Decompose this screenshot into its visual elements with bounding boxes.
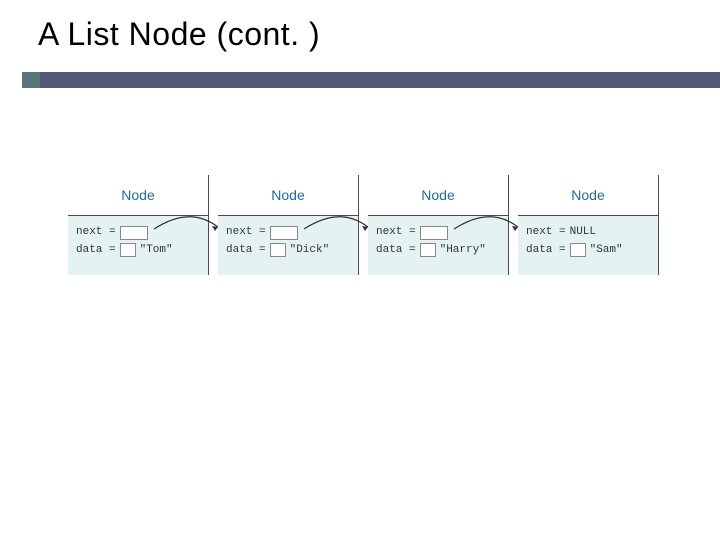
- title-rule-bar: [40, 72, 720, 88]
- slide: A List Node (cont. ) Node next = data = …: [0, 0, 720, 540]
- field-label-next: next =: [376, 224, 416, 242]
- node-type-label: Node: [368, 175, 508, 215]
- node-data-value: "Dick": [290, 242, 330, 260]
- list-node: Node next = data = "Tom": [68, 175, 208, 275]
- node-data-value: "Tom": [140, 242, 173, 260]
- field-label-next: next =: [76, 224, 116, 242]
- list-node: Node next = NULL data = "Sam": [518, 175, 658, 275]
- data-pointer-slot: [570, 243, 586, 257]
- node-type-label: Node: [218, 175, 358, 215]
- node-next-field: next =: [76, 224, 200, 242]
- field-label-data: data =: [376, 242, 416, 260]
- linked-list-diagram: Node next = data = "Tom": [68, 175, 668, 285]
- field-label-data: data =: [76, 242, 116, 260]
- node-data-field: data = "Harry": [376, 242, 500, 260]
- node-data-field: data = "Sam": [526, 242, 650, 260]
- data-pointer-slot: [270, 243, 286, 257]
- field-label-data: data =: [526, 242, 566, 260]
- node-data-field: data = "Tom": [76, 242, 200, 260]
- node-data-field: data = "Dick": [226, 242, 350, 260]
- node-next-field: next =: [226, 224, 350, 242]
- title-rule-accent: [22, 72, 40, 88]
- node-right-edge: [658, 175, 659, 275]
- next-null-value: NULL: [570, 224, 596, 242]
- node-right-edge: [358, 175, 359, 275]
- next-pointer-slot: [120, 226, 148, 240]
- node-body: next = data = "Dick": [218, 215, 358, 275]
- node-type-label: Node: [518, 175, 658, 215]
- node-type-label: Node: [68, 175, 208, 215]
- node-body: next = data = "Tom": [68, 215, 208, 275]
- data-pointer-slot: [420, 243, 436, 257]
- data-pointer-slot: [120, 243, 136, 257]
- field-label-next: next =: [526, 224, 566, 242]
- next-pointer-slot: [420, 226, 448, 240]
- node-data-value: "Harry": [440, 242, 486, 260]
- node-body: next = NULL data = "Sam": [518, 215, 658, 275]
- next-pointer-slot: [270, 226, 298, 240]
- node-right-edge: [208, 175, 209, 275]
- node-next-field: next = NULL: [526, 224, 650, 242]
- field-label-data: data =: [226, 242, 266, 260]
- title-rule: [0, 72, 720, 88]
- list-node: Node next = data = "Harry": [368, 175, 508, 275]
- node-next-field: next =: [376, 224, 500, 242]
- node-right-edge: [508, 175, 509, 275]
- node-data-value: "Sam": [590, 242, 623, 260]
- field-label-next: next =: [226, 224, 266, 242]
- list-node: Node next = data = "Dick": [218, 175, 358, 275]
- slide-title: A List Node (cont. ): [38, 16, 320, 53]
- node-body: next = data = "Harry": [368, 215, 508, 275]
